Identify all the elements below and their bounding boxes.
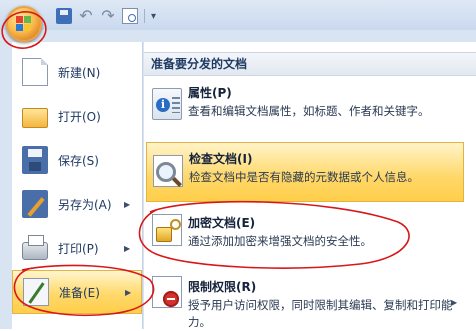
submenu-arrow-icon: ▶: [451, 298, 458, 307]
menu-item-label: 新建(N): [58, 65, 101, 80]
menu-item-open[interactable]: 打开(O): [12, 94, 142, 138]
new-document-icon: [22, 58, 48, 86]
menu-item-save[interactable]: 保存(S): [12, 138, 142, 182]
redo-icon[interactable]: ↷: [100, 8, 116, 24]
menu-item-label: 保存(S): [58, 153, 99, 168]
undo-icon[interactable]: ↶: [78, 8, 94, 24]
properties-icon: [152, 88, 182, 120]
office-button[interactable]: [6, 6, 42, 42]
option-inspect-document[interactable]: 检查文档(I) 检查文档中是否有隐藏的元数据或个人信息。: [146, 142, 464, 202]
option-properties[interactable]: 属性(P) 查看和编辑文档属性，如标题、作者和关键字。: [146, 80, 464, 138]
option-title: 限制权限(R): [188, 280, 257, 294]
menu-item-print[interactable]: 打印(P) ▶: [12, 226, 142, 270]
option-description: 查看和编辑文档属性，如标题、作者和关键字。: [188, 104, 430, 118]
printer-icon: [22, 235, 48, 260]
prepare-icon: [23, 278, 49, 306]
option-description: 检查文档中是否有隐藏的元数据或个人信息。: [189, 170, 419, 184]
quick-access-toolbar: ↶ ↷ ▾: [56, 6, 156, 26]
menu-item-label: 打印(P): [58, 241, 99, 256]
save-disk-icon: [22, 146, 48, 174]
option-encrypt-document[interactable]: 加密文档(E) 通过添加加密来增强文档的安全性。: [146, 206, 464, 258]
save-as-icon: [22, 190, 48, 218]
office-menu-left-column: 新建(N) 打开(O) 保存(S) 另存为(A) ▶ 打印(P) ▶ 准备(E)…: [12, 42, 143, 329]
customize-toolbar-icon[interactable]: ▾: [151, 11, 156, 22]
restrict-permission-icon: [152, 276, 182, 308]
menu-item-prepare[interactable]: 准备(E) ▶: [12, 270, 142, 314]
encrypt-document-icon: [152, 214, 182, 246]
submenu-arrow-icon: ▶: [125, 287, 132, 297]
option-title: 属性(P): [188, 86, 232, 100]
menu-item-new[interactable]: 新建(N): [12, 50, 142, 94]
menu-item-label: 打开(O): [58, 109, 101, 124]
panel-heading: 准备要分发的文档: [144, 52, 476, 76]
print-preview-icon[interactable]: [122, 8, 138, 24]
option-title: 检查文档(I): [189, 152, 253, 166]
menu-item-label: 准备(E): [59, 285, 100, 300]
toolbar-divider: [144, 9, 145, 23]
office-logo-icon: [16, 16, 32, 32]
option-description: 通过添加加密来增强文档的安全性。: [188, 234, 372, 248]
open-folder-icon: [22, 108, 48, 128]
option-description: 授予用户访问权限，同时限制其编辑、复制和打印能力。: [188, 298, 453, 329]
option-title: 加密文档(E): [188, 216, 256, 230]
save-icon[interactable]: [56, 8, 72, 24]
prepare-submenu-panel: 准备要分发的文档 属性(P) 查看和编辑文档属性，如标题、作者和关键字。 检查文…: [144, 42, 476, 329]
submenu-arrow-icon: ▶: [124, 199, 131, 209]
submenu-arrow-icon: ▶: [124, 243, 131, 253]
inspect-document-icon: [153, 155, 183, 187]
menu-item-save-as[interactable]: 另存为(A) ▶: [12, 182, 142, 226]
menu-item-label: 另存为(A): [58, 197, 112, 212]
option-restrict-permission[interactable]: 限制权限(R) 授予用户访问权限，同时限制其编辑、复制和打印能力。 ▶: [146, 270, 464, 329]
